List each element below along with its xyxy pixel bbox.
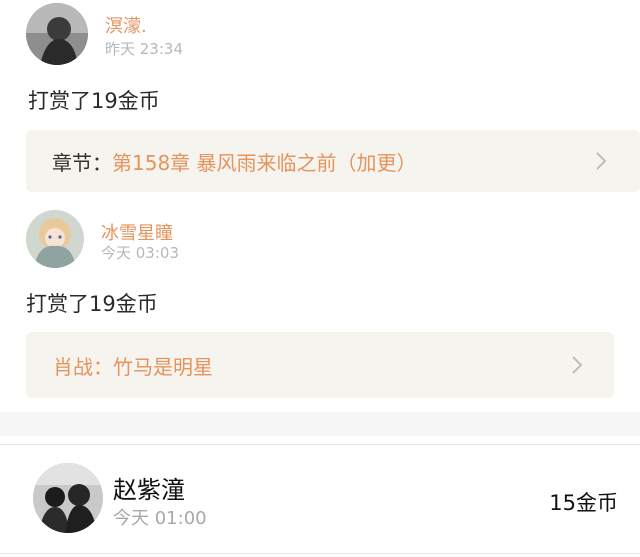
- divider: [0, 553, 640, 554]
- chevron-right-icon: [596, 152, 607, 170]
- reward-amount: 15金币: [549, 491, 618, 515]
- timestamp: 昨天 23:34: [105, 40, 183, 58]
- chapter-title: 第158章 暴风雨来临之前（加更）: [112, 150, 417, 175]
- chapter-link-card[interactable]: 章节： 第158章 暴风雨来临之前（加更）: [26, 130, 640, 192]
- username[interactable]: 赵紫潼: [113, 470, 185, 505]
- section-gap: [0, 412, 640, 436]
- timestamp: 今天 03:03: [101, 244, 179, 262]
- reward-text: 打赏了19金币: [26, 292, 158, 316]
- chapter-label: 章节：: [52, 150, 112, 175]
- user-avatar[interactable]: [33, 463, 103, 533]
- avatar-image: [33, 463, 103, 533]
- chevron-right-icon: [572, 356, 583, 374]
- book-title: 肖战：竹马是明星: [53, 354, 213, 379]
- user-avatar[interactable]: [26, 3, 88, 65]
- user-avatar[interactable]: [26, 210, 84, 268]
- timestamp: 今天 01:00: [113, 508, 207, 529]
- comment-entry: 冰雪星瞳 今天 03:03 打赏了19金币 肖战：竹马是明星: [0, 200, 640, 410]
- reward-text: 打赏了19金币: [28, 89, 160, 113]
- comment-entry: 溟濛. 昨天 23:34 打赏了19金币 章节： 第158章 暴风雨来临之前（加…: [0, 0, 640, 200]
- avatar-image: [26, 210, 84, 268]
- username[interactable]: 溟濛.: [105, 12, 147, 38]
- supporter-row[interactable]: 赵紫潼 今天 01:00 15金币: [0, 445, 640, 555]
- avatar-image: [26, 3, 88, 65]
- book-link-card[interactable]: 肖战：竹马是明星: [26, 332, 614, 398]
